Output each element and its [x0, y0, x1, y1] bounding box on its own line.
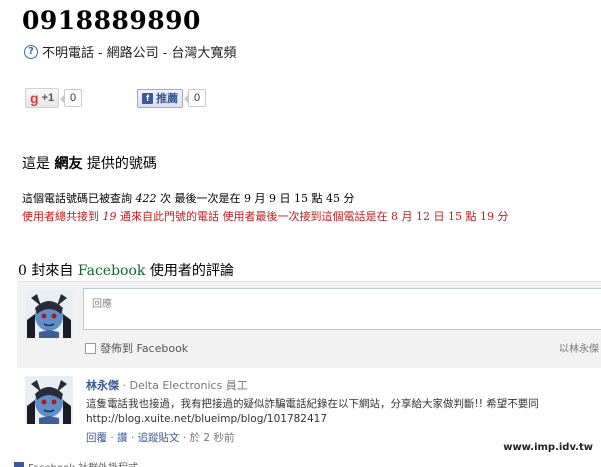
post-to-facebook-option[interactable]: 發佈到 Facebook [85, 340, 188, 356]
avatar [25, 290, 73, 338]
comment-time: 於 2 秒前 [189, 432, 235, 444]
action-separator: · [130, 432, 138, 444]
help-icon[interactable]: ? [24, 44, 38, 59]
query-count: 422 [135, 192, 157, 205]
facebook-plugin-bar: Facebook 社群外掛程式 [14, 459, 138, 467]
google-plus-label: +1 [41, 92, 55, 104]
facebook-word: Facebook [77, 263, 146, 279]
facebook-recommend-label: 推薦 [156, 93, 179, 105]
comment-text-line: 這隻電話我也接過，我有把接過的疑似詐騙電話紀錄在以下網站，分享給大家做判斷!! … [86, 398, 539, 410]
facebook-comments-heading: 0 封來自 Facebook 使用者的評論 [18, 260, 234, 280]
post-to-facebook-checkbox[interactable] [85, 342, 96, 354]
google-plus-count: 0 [60, 89, 83, 107]
provider-prefix: 這是 [22, 156, 50, 172]
facebook-recommend-count: 0 [184, 89, 207, 107]
comment-body: 這隻電話我也接過，我有把接過的疑似詐騙電話紀錄在以下網站，分享給大家做判斷!! … [86, 397, 539, 427]
avatar-image [25, 376, 73, 424]
avatar-image [25, 290, 73, 338]
provider-line: 這是 網友 提供的號碼 [22, 153, 157, 173]
reply-link[interactable]: 回覆 [86, 432, 107, 444]
plugin-label[interactable]: Facebook 社群外掛程式 [28, 459, 138, 467]
comment-author-org[interactable]: Delta Electronics 員工 [130, 379, 248, 392]
heading-text-a: 封來自 [26, 263, 78, 279]
page-title: 0918889890 [22, 6, 201, 35]
google-plus-button[interactable]: g +1 [25, 88, 60, 108]
subtitle-text: 不明電話 - 網路公司 - 台灣大寬頻 [42, 46, 237, 61]
watermark: www.imp.idv.tw [503, 442, 593, 453]
received-count: 19 [102, 210, 117, 223]
post-as-label[interactable]: 以林永傑 [559, 340, 599, 355]
provider-source: 網友 [54, 156, 83, 172]
comment-compose-panel: 回應 發佈到 Facebook 以林永傑 [17, 281, 601, 368]
post-to-facebook-label: 發佈到 Facebook [100, 342, 189, 355]
comment-count: 0 [18, 263, 27, 279]
provider-suffix: 提供的號碼 [86, 156, 157, 172]
follow-post-link[interactable]: 追蹤貼文 [138, 432, 180, 444]
comment-actions: 回覆 · 讚 · 追蹤貼文 · 於 2 秒前 [86, 430, 234, 445]
share-row: g +1 0 f 推薦 0 [25, 88, 207, 108]
like-link[interactable]: 讚 [117, 432, 128, 444]
heading-text-b: 使用者的評論 [145, 263, 234, 279]
query-stats-suffix: 次 最後一次是在 9 月 9 日 15 點 45 分 [156, 192, 355, 205]
google-plus-icon: g [30, 90, 39, 106]
comment-link[interactable]: http://blog.xuite.net/blueimp/blog/10178… [86, 412, 539, 427]
query-stats: 這個電話號碼已被查詢 422 次 最後一次是在 9 月 9 日 15 點 45 … [22, 190, 354, 206]
comment-avatar[interactable] [25, 376, 73, 424]
comment-author[interactable]: 林永傑 [86, 379, 119, 392]
received-stats-prefix: 使用者總共接到 [22, 210, 103, 223]
facebook-icon [14, 461, 24, 467]
received-stats: 使用者總共接到 19 通來自此門號的電話 使用者最後一次接到這個電話是在 8 月… [22, 208, 508, 224]
comment-input[interactable]: 回應 [83, 288, 601, 330]
facebook-recommend-button[interactable]: f 推薦 [137, 88, 184, 108]
subtitle: ? 不明電話 - 網路公司 - 台灣大寬頻 [24, 42, 236, 61]
facebook-icon: f [142, 92, 154, 104]
received-stats-suffix: 通來自此門號的電話 使用者最後一次接到這個電話是在 8 月 12 日 15 點 … [116, 210, 509, 223]
comment-item: 林永傑 · Delta Electronics 員工 這隻電話我也接過，我有把接… [17, 372, 601, 452]
query-stats-prefix: 這個電話號碼已被查詢 [22, 192, 136, 205]
comment-meta: 林永傑 · Delta Electronics 員工 [86, 377, 248, 393]
action-separator: · [182, 432, 190, 444]
meta-separator: · [122, 379, 130, 392]
